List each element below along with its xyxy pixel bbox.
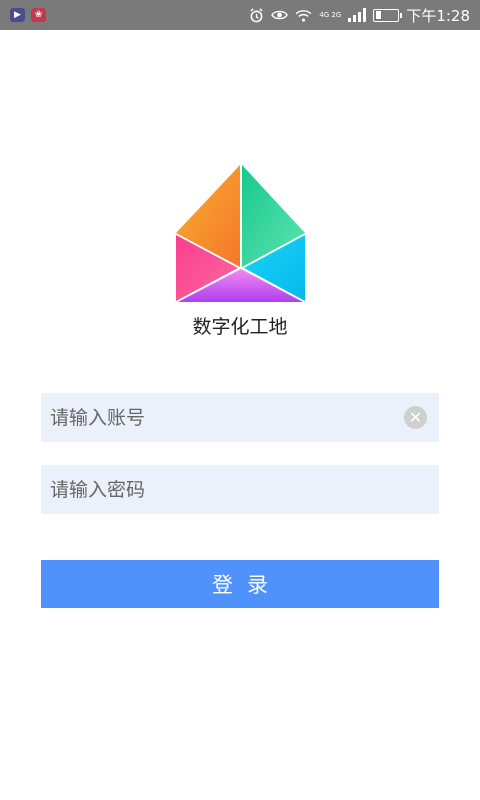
account-input[interactable] <box>50 406 380 429</box>
login-button[interactable]: 登录 <box>41 560 439 608</box>
signal-icon <box>348 8 367 22</box>
notification-area: ▶ ❀ <box>10 8 46 22</box>
password-field[interactable] <box>41 465 439 514</box>
battery-level <box>375 11 382 19</box>
battery-icon <box>373 8 403 22</box>
account-field[interactable]: ✕ <box>41 393 439 442</box>
app-logo <box>176 165 305 302</box>
huawei-notification-icon: ❀ <box>31 8 46 22</box>
eye-comfort-icon <box>271 10 289 20</box>
app-notification-icon: ▶ <box>10 8 25 22</box>
wifi-icon <box>295 9 312 22</box>
status-bar: ▶ ❀ 4G 2G 下午1:28 <box>0 0 480 30</box>
network-type-label: 4G 2G <box>319 10 342 19</box>
alarm-icon <box>250 7 263 22</box>
password-input[interactable] <box>50 478 380 501</box>
clock: 下午1:28 <box>406 6 470 25</box>
system-status-area: 4G 2G 下午1:28 <box>249 5 470 26</box>
app-name: 数字化工地 <box>192 316 288 338</box>
clear-icon[interactable]: ✕ <box>404 406 427 429</box>
